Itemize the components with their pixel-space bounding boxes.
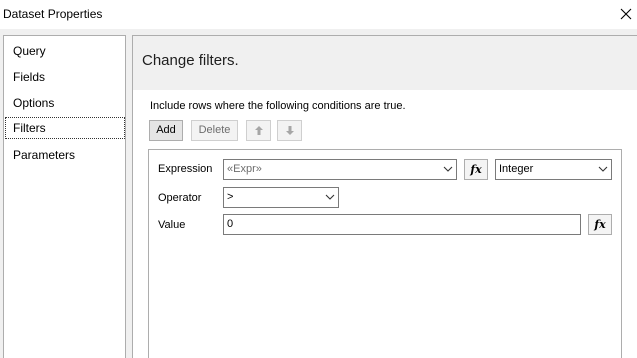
move-down-button[interactable] [277,120,302,141]
sidebar-nav: Query Fields Options Filters Parameters [3,35,126,358]
filter-panel: Expression «Expr» fx Integer Operator > … [148,149,622,358]
arrow-down-icon [286,126,294,135]
expression-fx-button[interactable]: fx [464,159,488,180]
operator-combo[interactable]: > [223,187,339,208]
sidebar-item-query[interactable]: Query [5,40,125,62]
close-icon [620,8,632,20]
chevron-down-icon [598,166,608,172]
expression-label: Expression [158,163,213,175]
value-label: Value [158,219,186,231]
arrow-up-icon [255,126,263,135]
instruction-text: Include rows where the following conditi… [150,100,406,112]
sidebar-item-options[interactable]: Options [5,92,125,114]
value-fx-button[interactable]: fx [588,214,612,235]
move-up-button[interactable] [246,120,271,141]
page-title: Change filters. [142,52,239,69]
add-button[interactable]: Add [149,120,183,141]
chevron-down-icon [443,166,453,172]
expression-combo[interactable]: «Expr» [223,159,457,180]
window-title: Dataset Properties [3,7,103,21]
operator-label: Operator [158,192,202,204]
content-panel: Change filters. Include rows where the f… [132,35,637,358]
sidebar-item-parameters[interactable]: Parameters [5,144,125,166]
type-value: Integer [499,163,534,175]
type-combo[interactable]: Integer [495,159,612,180]
title-bar: Dataset Properties [0,0,637,29]
chevron-down-icon [325,194,335,200]
operator-value: > [227,191,234,203]
value-text: 0 [227,218,234,230]
value-input[interactable]: 0 [223,214,581,235]
header-band: Change filters. [133,36,637,90]
close-button[interactable] [617,5,635,23]
sidebar-item-fields[interactable]: Fields [5,66,125,88]
sidebar-item-filters[interactable]: Filters [5,117,125,139]
delete-button[interactable]: Delete [191,120,238,141]
expression-value: «Expr» [227,163,262,175]
